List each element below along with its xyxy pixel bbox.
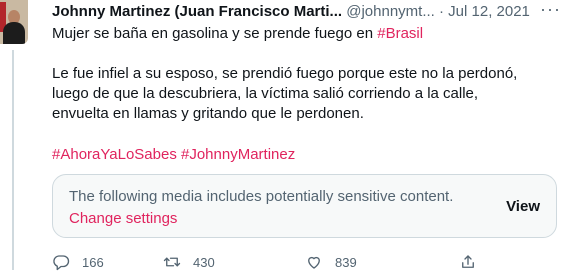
avatar[interactable] xyxy=(0,0,28,44)
change-settings-link[interactable]: Change settings xyxy=(69,209,177,229)
tweet-actions: 166 430 839 xyxy=(52,252,552,272)
tweet-line-1: Mujer se baña en gasolina y se prende fu… xyxy=(52,24,423,44)
tweet-date[interactable]: Jul 12, 2021 xyxy=(448,3,530,20)
sensitive-notice: The following media includes potentially… xyxy=(69,188,454,205)
reply-icon xyxy=(53,255,70,271)
author-handle[interactable]: @johnnymt... xyxy=(346,3,435,20)
tweet-paragraph-2: Le fue infiel a su esposo, se prendió fu… xyxy=(52,65,518,122)
hashtag-ahorayalosabes[interactable]: #AhoraYaLoSabes xyxy=(52,146,177,163)
share-button[interactable] xyxy=(459,252,489,272)
reply-button[interactable]: 166 xyxy=(52,252,104,272)
tweet-header: Johnny Martinez (Juan Francisco Marti...… xyxy=(52,2,530,22)
share-icon xyxy=(462,255,474,268)
thread-line xyxy=(12,50,14,270)
reply-count: 166 xyxy=(82,254,104,270)
heart-icon xyxy=(308,256,320,269)
more-options-icon[interactable]: ··· xyxy=(540,0,560,22)
sensitive-media-warning: The following media includes potentially… xyxy=(52,174,557,238)
like-count: 839 xyxy=(335,254,357,270)
hashtag-johnnymartinez[interactable]: #JohnnyMartinez xyxy=(181,146,295,163)
retweet-button[interactable]: 430 xyxy=(163,252,215,272)
tweet-line-1-text: Mujer se baña en gasolina y se prende fu… xyxy=(52,25,378,42)
like-button[interactable]: 839 xyxy=(305,252,357,272)
tweet-hashtags: #AhoraYaLoSabes #JohnnyMartinez xyxy=(52,145,295,165)
hashtag-brasil[interactable]: #Brasil xyxy=(377,25,423,42)
view-button[interactable]: View xyxy=(506,197,540,217)
retweet-icon xyxy=(163,257,181,267)
avatar-suit xyxy=(3,22,25,44)
separator-dot: · xyxy=(439,3,444,20)
author-name[interactable]: Johnny Martinez (Juan Francisco Marti... xyxy=(52,3,342,20)
retweet-count: 430 xyxy=(193,254,215,270)
tweet[interactable]: Johnny Martinez (Juan Francisco Marti...… xyxy=(0,0,576,272)
